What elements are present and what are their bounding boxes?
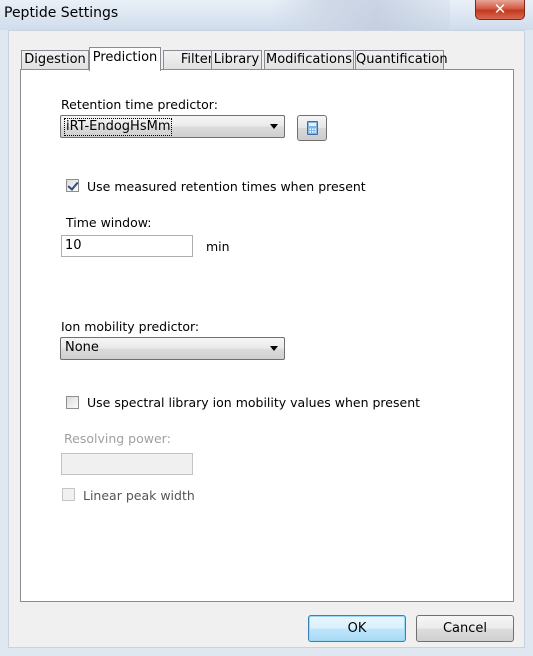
tab-digestion[interactable]: Digestion [21,50,89,70]
rt-predictor-value: iRT-EndogHsMm [64,118,173,136]
ion-mobility-select[interactable]: None [60,337,285,360]
chevron-down-icon [270,124,278,129]
edit-calculator-button[interactable] [297,115,327,141]
time-window-label: Time window: [66,215,152,230]
close-icon: ✕ [493,0,507,18]
prediction-tab-panel [20,69,514,602]
ion-mobility-value: None [65,340,99,355]
tab-modifications[interactable]: Modifications [264,50,354,70]
window-title: Peptide Settings [4,5,119,21]
tab-prediction[interactable]: Prediction [89,47,161,71]
calculator-icon [307,121,318,135]
title-bar[interactable]: Peptide Settings ✕ [0,0,533,30]
ok-button[interactable]: OK [308,615,406,642]
use-measured-rt-checkbox[interactable] [66,179,79,192]
use-spectral-library-im-label: Use spectral library ion mobility values… [87,395,421,410]
chevron-down-icon [270,346,278,351]
use-spectral-library-im-checkbox[interactable] [66,396,79,409]
linear-peak-width-label: Linear peak width [83,488,195,503]
time-window-unit: min [206,239,230,254]
cancel-button[interactable]: Cancel [416,615,514,642]
tab-library[interactable]: Library [211,50,262,70]
resolving-power-label: Resolving power: [64,431,171,446]
dialog-window: Peptide Settings ✕ Digestion Prediction … [0,0,533,656]
linear-peak-width-checkbox [62,488,75,501]
rt-predictor-label: Retention time predictor: [61,97,218,112]
tab-quantification[interactable]: Quantification [355,50,448,70]
use-measured-rt-label: Use measured retention times when presen… [87,179,366,194]
rt-predictor-select[interactable]: iRT-EndogHsMm [60,115,285,138]
resolving-power-input [61,453,193,475]
background-window-blur [270,0,450,30]
close-button[interactable]: ✕ [475,0,525,20]
time-window-input[interactable]: 10 [61,235,193,257]
ion-mobility-label: Ion mobility predictor: [61,319,200,334]
